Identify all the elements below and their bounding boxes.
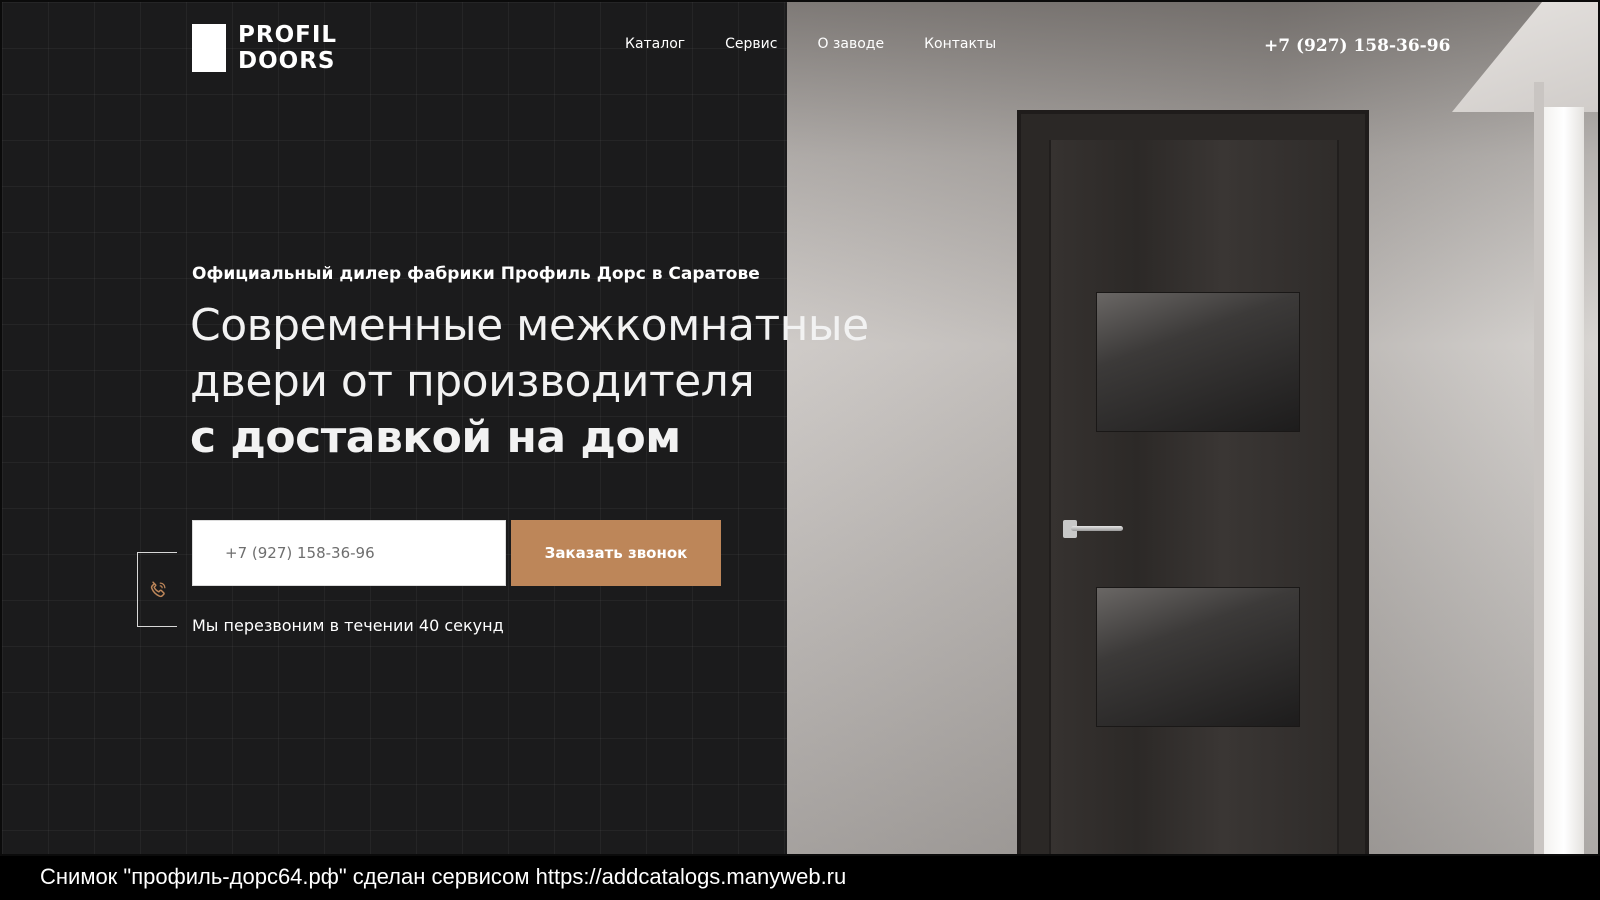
phone-input[interactable] — [192, 520, 506, 586]
logo-square-icon — [192, 24, 226, 72]
caption-text: Снимок "профиль-дорс64.рф" сделан сервис… — [40, 864, 847, 889]
headline-line-2: двери от производителя — [190, 356, 755, 407]
site-logo[interactable]: PROFIL DOORS — [192, 22, 337, 74]
door-glass-bottom — [1096, 587, 1300, 727]
nav-item-service[interactable]: Сервис — [725, 36, 777, 52]
callback-form: Заказать звонок — [192, 520, 721, 586]
headline-line-3: с доставкой на дом — [190, 412, 681, 463]
logo-text: PROFIL DOORS — [238, 22, 337, 74]
hero-subtitle: Официальный дилер фабрики Профиль Дорс в… — [192, 264, 760, 284]
door-glass-top — [1096, 292, 1300, 432]
headline-line-1: Современные межкомнатные — [190, 300, 869, 351]
door — [1049, 140, 1339, 854]
hero-headline: Современные межкомнатные двери от произв… — [190, 298, 910, 466]
logo-line-1: PROFIL — [238, 22, 338, 48]
main-nav: Каталог Сервис О заводе Контакты — [625, 36, 996, 52]
caption-bar: Снимок "профиль-дорс64.рф" сделан сервис… — [0, 856, 1600, 900]
nav-item-about-factory[interactable]: О заводе — [817, 36, 884, 52]
window-light — [1544, 107, 1584, 854]
callback-note: Мы перезвоним в течении 40 секунд — [192, 616, 504, 635]
logo-line-2: DOORS — [238, 48, 336, 74]
door-handle — [1071, 526, 1123, 531]
order-call-button[interactable]: Заказать звонок — [511, 520, 721, 586]
nav-item-contacts[interactable]: Контакты — [924, 36, 996, 52]
phone-widget[interactable] — [137, 552, 177, 627]
window-edge — [1534, 82, 1544, 854]
header-phone-link[interactable]: +7 (927) 158-36-96 — [1264, 36, 1450, 56]
nav-item-catalog[interactable]: Каталог — [625, 36, 685, 52]
page-frame: PROFIL DOORS Каталог Сервис О заводе Кон… — [0, 0, 1600, 856]
phone-icon — [150, 580, 166, 597]
